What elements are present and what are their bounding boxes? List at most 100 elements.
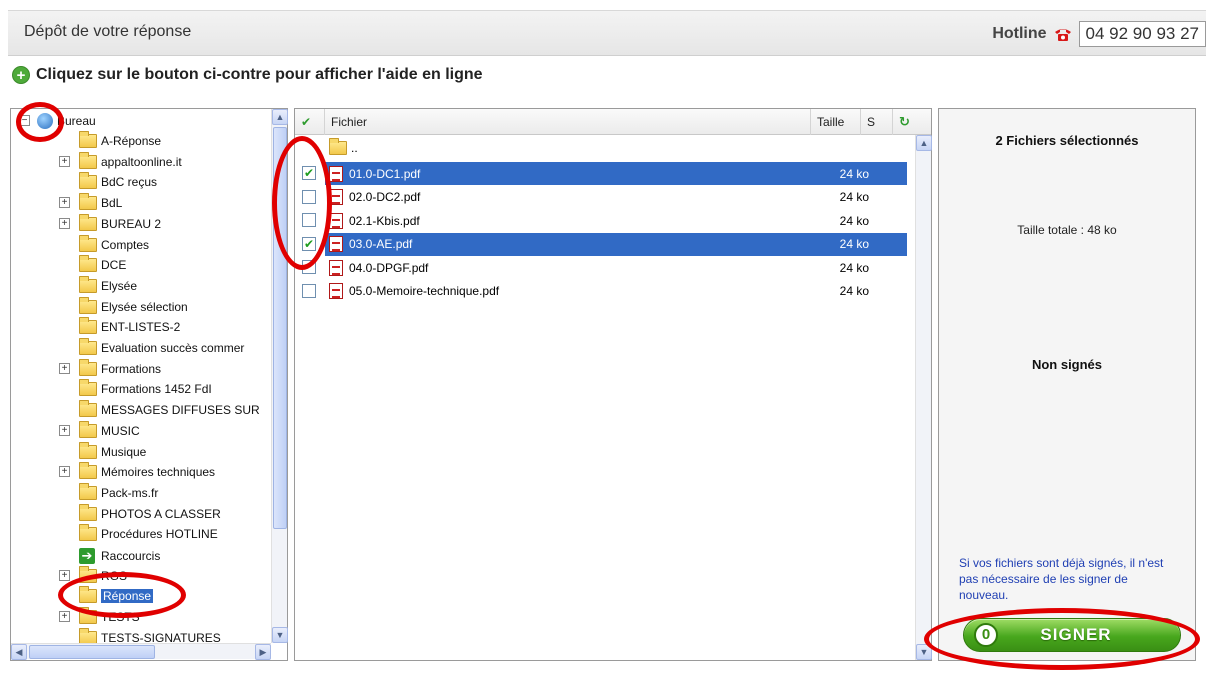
hotline-label: Hotline <box>992 25 1047 42</box>
tree-item-label: MESSAGES DIFFUSES SUR <box>101 403 260 418</box>
tree-item[interactable]: ➔ Raccourcis <box>11 545 269 565</box>
tree-horizontal-scrollbar[interactable]: ◀ ▶ <box>11 643 271 660</box>
column-check[interactable]: ✔ <box>295 109 325 135</box>
scroll-up-button[interactable]: ▲ <box>916 135 932 151</box>
folder-icon <box>79 482 97 500</box>
scroll-up-button[interactable]: ▲ <box>272 109 288 125</box>
folder-icon <box>79 193 97 211</box>
column-size[interactable]: Taille <box>811 109 861 135</box>
tree-item[interactable]: DCE <box>11 255 269 275</box>
sign-count-badge: 0 <box>974 623 998 647</box>
scroll-down-button[interactable]: ▼ <box>272 627 288 643</box>
plus-icon[interactable]: + <box>12 66 30 84</box>
tree-item[interactable]: MESSAGES DIFFUSES SUR <box>11 400 269 420</box>
tree-item[interactable]: + Mémoires techniques <box>11 462 269 482</box>
selected-count: 2 Fichiers sélectionnés <box>995 133 1139 148</box>
tree-root-label: Bureau <box>57 114 96 128</box>
tree-item-label: TESTS <box>101 610 140 625</box>
scroll-left-button[interactable]: ◀ <box>11 644 27 660</box>
file-size: 24 ko <box>839 190 869 204</box>
file-checkbox[interactable]: ✔ <box>302 166 316 180</box>
column-signed[interactable]: S <box>861 109 893 135</box>
collapse-toggle[interactable]: − <box>19 115 30 126</box>
tree-item[interactable]: Réponse <box>11 586 269 606</box>
tree-item[interactable]: + RGS <box>11 565 269 586</box>
tree-item-label: MUSIC <box>101 423 140 438</box>
file-row[interactable]: ✔ 01.0-DC1.pdf 24 ko <box>295 162 913 185</box>
scroll-down-button[interactable]: ▼ <box>916 644 932 660</box>
scroll-thumb[interactable] <box>273 127 287 529</box>
file-size: 24 ko <box>839 284 869 298</box>
file-size: 24 ko <box>839 237 869 251</box>
refresh-button[interactable]: ↻ <box>893 109 931 135</box>
pdf-file-icon <box>329 259 343 276</box>
tree-item[interactable]: Musique <box>11 441 269 462</box>
file-name: 03.0-AE.pdf <box>349 237 413 251</box>
folder-icon <box>79 607 97 625</box>
tree-item[interactable]: Evaluation succès commer <box>11 338 269 358</box>
phone-icon <box>1054 29 1071 41</box>
files-vertical-scrollbar[interactable]: ▲ ▼ <box>915 135 932 660</box>
file-checkbox[interactable] <box>302 213 316 227</box>
tree-item-label: RGS <box>101 568 128 583</box>
scroll-thumb-horizontal[interactable] <box>29 645 155 659</box>
file-checkbox[interactable] <box>302 189 316 204</box>
tree-item[interactable]: Pack-ms.fr <box>11 482 269 503</box>
file-size: 24 ko <box>839 213 869 228</box>
tree-item[interactable]: ENT-LISTES-2 <box>11 317 269 337</box>
file-row[interactable]: 04.0-DPGF.pdf 24 ko <box>295 256 913 279</box>
tree-item[interactable]: Elysée sélection <box>11 296 269 317</box>
checkmark-icon: ✔ <box>301 115 312 129</box>
sign-button[interactable]: 0 SIGNER <box>963 618 1181 652</box>
column-file[interactable]: Fichier <box>325 109 811 135</box>
folder-icon <box>79 275 97 293</box>
expand-toggle[interactable]: + <box>59 611 70 623</box>
expand-toggle[interactable]: + <box>59 217 70 229</box>
tree-item-label: Raccourcis <box>101 549 161 563</box>
folder-icon <box>79 441 97 459</box>
tree-item[interactable]: A-Réponse <box>11 131 269 151</box>
tree-item[interactable]: + Formations <box>11 358 269 379</box>
scroll-right-button[interactable]: ▶ <box>255 644 271 660</box>
parent-folder-label: .. <box>351 141 358 155</box>
tree-item[interactable]: + BdL <box>11 193 269 213</box>
tree-item[interactable]: + TESTS <box>11 607 269 627</box>
folder-icon <box>79 296 97 314</box>
tree-item[interactable]: PHOTOS A CLASSER <box>11 503 269 524</box>
tree-item-label: Formations 1452 FdI <box>101 382 212 397</box>
hotline: Hotline 04 92 90 93 27 <box>992 21 1206 47</box>
hotline-number: 04 92 90 93 27 <box>1078 21 1206 47</box>
tree-item[interactable]: + BUREAU 2 <box>11 213 269 234</box>
expand-toggle[interactable]: + <box>59 424 70 436</box>
tree-item[interactable]: Elysée <box>11 275 269 296</box>
folder-icon <box>79 131 97 148</box>
expand-toggle[interactable]: + <box>59 155 70 167</box>
file-checkbox[interactable] <box>302 283 316 298</box>
tree-item[interactable]: Comptes <box>11 234 269 255</box>
pdf-file-icon <box>329 212 343 229</box>
folder-icon <box>79 586 97 604</box>
tree-item[interactable]: + appaltoonline.it <box>11 151 269 172</box>
expand-toggle[interactable]: + <box>59 362 70 374</box>
file-row[interactable]: ✔ 03.0-AE.pdf 24 ko <box>295 232 913 256</box>
pdf-file-icon <box>329 165 343 182</box>
file-name: 01.0-DC1.pdf <box>349 166 421 181</box>
expand-toggle[interactable]: + <box>59 569 70 581</box>
file-checkbox[interactable]: ✔ <box>302 236 316 251</box>
tree-item[interactable]: Procédures HOTLINE <box>11 524 269 544</box>
expand-toggle[interactable]: + <box>59 466 70 478</box>
tree-item[interactable]: BdC reçus <box>11 172 269 192</box>
expand-toggle[interactable]: + <box>59 197 70 209</box>
tree-item[interactable]: Formations 1452 FdI <box>11 379 269 399</box>
file-row[interactable]: 05.0-Memoire-technique.pdf 24 ko <box>295 280 913 303</box>
tree-item[interactable]: + MUSIC <box>11 420 269 441</box>
file-row[interactable]: 02.1-Kbis.pdf 24 ko <box>295 209 913 232</box>
file-row[interactable]: 02.0-DC2.pdf 24 ko <box>295 186 913 209</box>
parent-folder-row[interactable]: .. <box>329 138 358 157</box>
online-help-link[interactable]: + Cliquez sur le bouton ci-contre pour a… <box>12 66 483 84</box>
header-bar: Dépôt de votre réponse Hotline 04 92 90 … <box>8 10 1206 56</box>
folder-icon <box>79 234 97 252</box>
file-checkbox[interactable] <box>302 260 316 274</box>
tree-vertical-scrollbar[interactable]: ▲ ▼ <box>271 109 288 643</box>
total-size: Taille totale : 48 ko <box>1017 223 1117 237</box>
